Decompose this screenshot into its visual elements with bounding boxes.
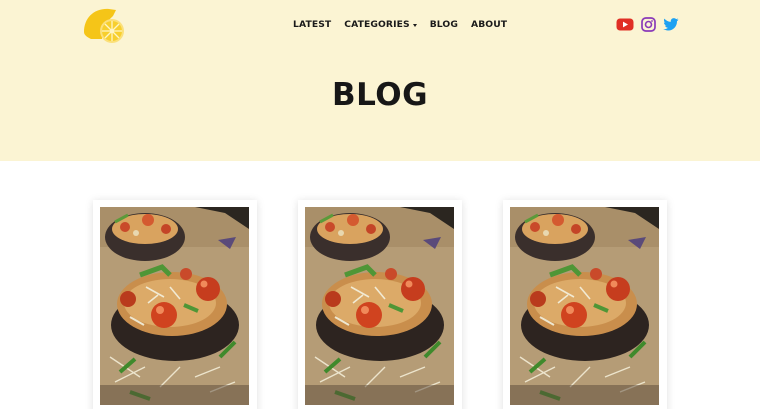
instagram-link[interactable] — [639, 15, 657, 33]
nav-latest[interactable]: LATEST — [293, 19, 331, 30]
nav-blog[interactable]: BLOG — [430, 19, 458, 30]
site-logo[interactable] — [82, 6, 126, 44]
social-links — [616, 15, 680, 33]
nav-blog-label: BLOG — [429, 19, 458, 30]
twitter-link[interactable] — [662, 15, 680, 33]
chevron-down-icon — [412, 23, 417, 27]
lemon-slice-icon — [84, 8, 124, 43]
post-image[interactable] — [100, 207, 249, 405]
youtube-icon — [616, 18, 634, 30]
blog-post-card[interactable] — [503, 200, 667, 409]
main-nav: LATEST CATEGORIES BLOG ABOUT — [293, 19, 507, 30]
blog-post-card[interactable] — [93, 200, 257, 409]
nav-categories[interactable]: CATEGORIES — [344, 19, 417, 30]
stuffed-portobello-mushroom-photo — [510, 207, 659, 405]
twitter-icon — [663, 17, 679, 30]
nav-categories-label: CATEGORIES — [344, 19, 410, 30]
nav-latest-label: LATEST — [293, 19, 332, 30]
blog-post-card[interactable] — [298, 200, 462, 409]
post-image[interactable] — [510, 207, 659, 405]
stuffed-portobello-mushroom-photo — [305, 207, 454, 405]
youtube-link[interactable] — [616, 15, 634, 33]
page-title: BLOG — [331, 77, 429, 113]
nav-about[interactable]: ABOUT — [471, 19, 507, 30]
instagram-icon — [640, 16, 656, 32]
stuffed-portobello-mushroom-photo — [100, 207, 249, 405]
nav-about-label: ABOUT — [470, 19, 508, 30]
post-image[interactable] — [305, 207, 454, 405]
